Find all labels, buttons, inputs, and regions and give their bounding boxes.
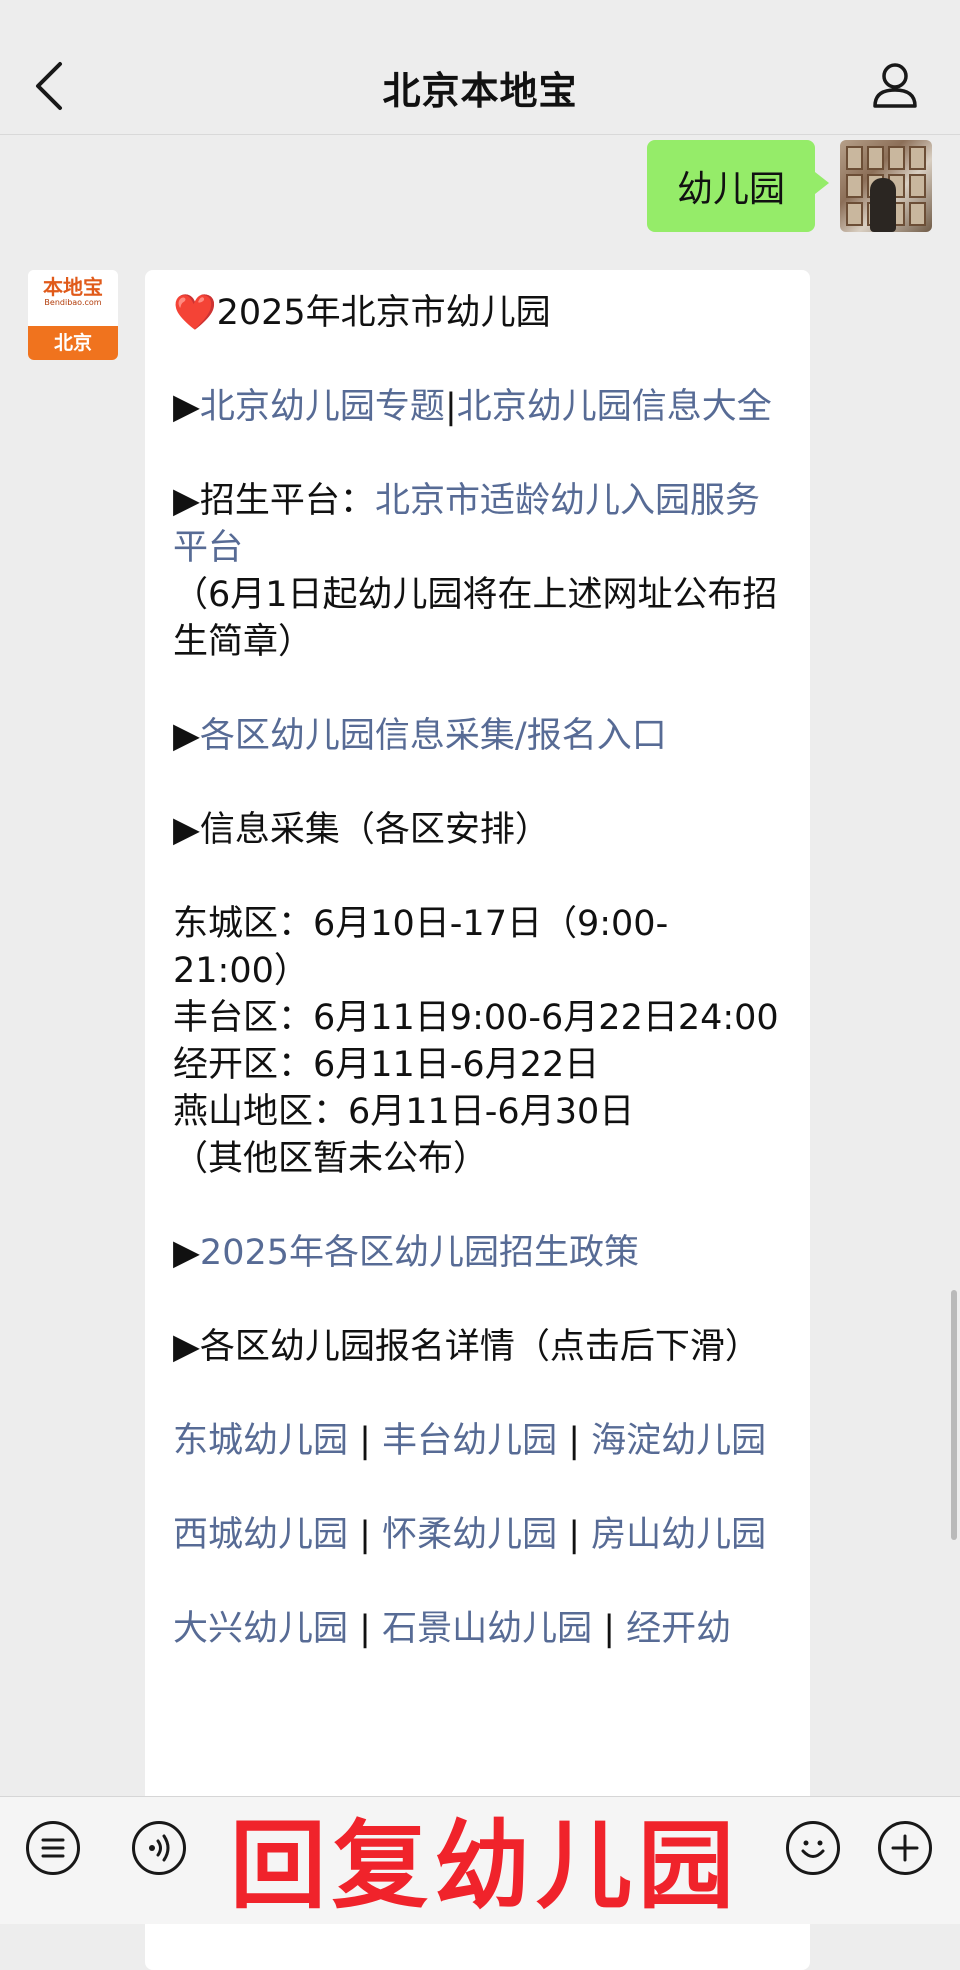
details-heading: ▶各区幼儿园报名详情（点击后下滑）: [173, 1327, 760, 1367]
schedule-item: 丰台区：6月11日9:00-6月22日24:00: [173, 998, 779, 1038]
district-link-dongcheng[interactable]: 东城幼儿园: [173, 1421, 348, 1461]
user-message-bubble[interactable]: 幼儿园: [646, 140, 830, 232]
district-links-row: 大兴幼儿园 | 石景山幼儿园 | 经开幼: [173, 1609, 732, 1649]
policy-link[interactable]: 2025年各区幼儿园招生政策: [200, 1233, 639, 1273]
info-collection-heading: ▶信息采集（各区安排）: [173, 810, 550, 850]
arrow-icon: ▶: [173, 1233, 200, 1273]
bot-logo-domain: Bendibao.com: [44, 298, 102, 307]
policy-line: ▶2025年各区幼儿园招生政策: [173, 1230, 782, 1277]
bot-avatar[interactable]: 本地宝 Bendibao.com 北京: [28, 270, 118, 360]
topic-line: ▶北京幼儿园专题|北京幼儿园信息大全: [173, 387, 772, 427]
message-input-overlay[interactable]: 回复幼儿园: [200, 1807, 770, 1922]
bot-message-bubble: ❤️2025年北京市幼儿园 ▶北京幼儿园专题|北京幼儿园信息大全 ▶招生平台：北…: [145, 270, 810, 1970]
scrollbar[interactable]: [951, 1290, 957, 1540]
district-link-xicheng[interactable]: 西城幼儿园: [173, 1515, 348, 1555]
registration-entry-link[interactable]: 各区幼儿园信息采集/报名入口: [200, 716, 667, 756]
user-message-text: 幼儿园: [676, 169, 785, 210]
district-links-row: 西城幼儿园 | 怀柔幼儿园 | 房山幼儿园: [173, 1515, 767, 1555]
top-navigation-bar: 北京本地宝: [0, 0, 960, 135]
user-avatar[interactable]: [840, 140, 932, 232]
arrow-icon: ▶: [173, 481, 200, 521]
district-links-row: 东城幼儿园 | 丰台幼儿园 | 海淀幼儿园: [173, 1421, 767, 1461]
schedule-list: 东城区：6月10日-17日（9:00-21:00） 丰台区：6月11日9:00-…: [173, 901, 782, 1183]
plus-icon[interactable]: [878, 1821, 932, 1875]
district-link-fangshan[interactable]: 房山幼儿园: [591, 1515, 766, 1555]
district-link-fengtai[interactable]: 丰台幼儿园: [382, 1421, 557, 1461]
district-link-jingkai[interactable]: 经开幼: [626, 1609, 731, 1649]
kindergarten-info-link[interactable]: 北京幼儿园信息大全: [457, 387, 772, 427]
arrow-icon: ▶: [173, 810, 200, 850]
emoji-icon[interactable]: [786, 1821, 840, 1875]
schedule-note: （其他区暂未公布）: [173, 1139, 489, 1179]
chat-title: 北京本地宝: [382, 69, 578, 113]
heart-icon: ❤️: [173, 293, 217, 333]
bot-logo-text: 本地宝: [43, 275, 103, 299]
district-link-huairou[interactable]: 怀柔幼儿园: [382, 1515, 557, 1555]
district-link-haidian[interactable]: 海淀幼儿园: [591, 1421, 766, 1461]
schedule-item: 东城区：6月10日-17日（9:00-21:00）: [173, 904, 669, 991]
platform-line: ▶招生平台：北京市适龄幼儿入园服务平台 （6月1日起幼儿园将在上述网址公布招生简章…: [173, 481, 778, 662]
arrow-icon: ▶: [173, 1327, 200, 1367]
kindergarten-topic-link[interactable]: 北京幼儿园专题: [200, 387, 445, 427]
bot-logo-city: 北京: [28, 326, 118, 360]
district-link-shijingshan[interactable]: 石景山幼儿园: [382, 1609, 592, 1649]
platform-note: （6月1日起幼儿园将在上述网址公布招生简章）: [173, 575, 778, 662]
district-link-daxing[interactable]: 大兴幼儿园: [173, 1609, 348, 1649]
schedule-item: 经开区：6月11日-6月22日: [173, 1045, 600, 1085]
person-icon[interactable]: [870, 60, 920, 110]
bottom-input-bar: 回复幼儿园: [0, 1796, 960, 1924]
arrow-icon: ▶: [173, 716, 200, 756]
menu-list-icon[interactable]: [26, 1821, 80, 1875]
avatar-figure: [870, 178, 896, 232]
registration-line: ▶各区幼儿园信息采集/报名入口: [173, 713, 782, 760]
arrow-icon: ▶: [173, 387, 200, 427]
schedule-item: 燕山地区：6月11日-6月30日: [173, 1092, 635, 1132]
voice-icon[interactable]: [132, 1821, 186, 1875]
message-title: ❤️2025年北京市幼儿园: [173, 293, 551, 333]
